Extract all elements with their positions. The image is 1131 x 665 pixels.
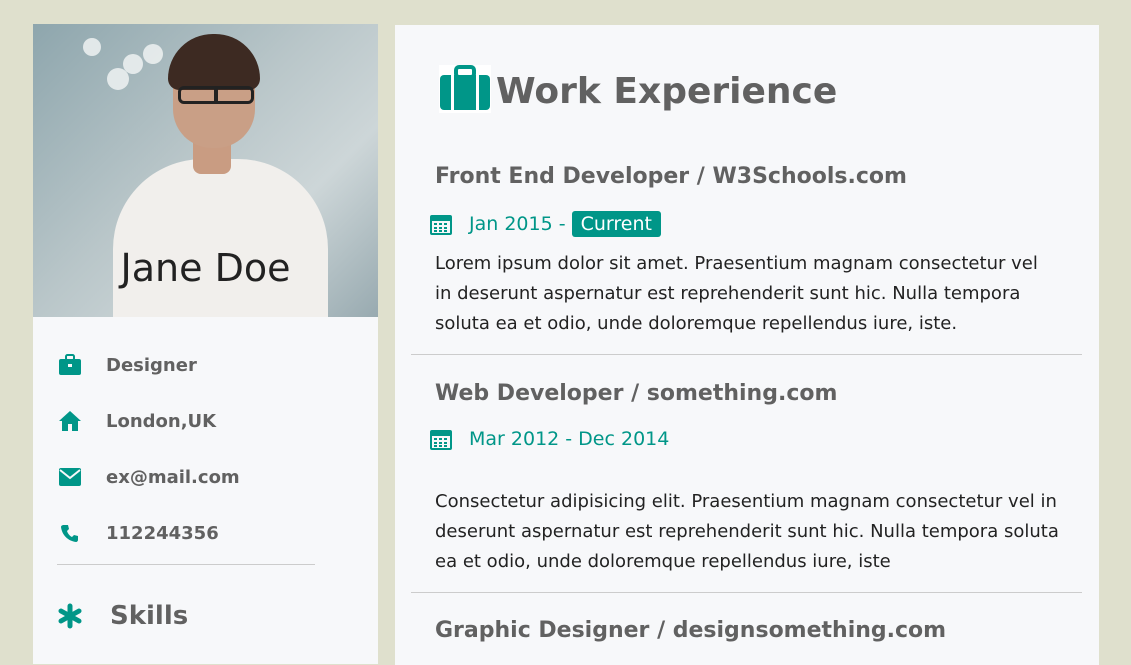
info-email-text: ex@mail.com <box>106 466 240 488</box>
envelope-icon <box>57 467 83 487</box>
info-phone-text: 112244356 <box>106 522 219 544</box>
info-row-job: Designer <box>57 337 354 393</box>
profile-name: Jane Doe <box>120 246 291 290</box>
info-job-text: Designer <box>106 354 197 376</box>
job-description: Consectetur adipisicing elit. Praesentiu… <box>435 491 1059 572</box>
job-date: Jan 2015 - <box>469 213 566 235</box>
job-date-row: Mar 2012 - Dec 2014 <box>430 428 1059 450</box>
job-title: Front End Developer / W3Schools.com <box>435 164 907 189</box>
skills-heading: Skills <box>110 601 189 631</box>
info-location-text: London,UK <box>106 410 217 432</box>
job-date-row: Jan 2015 - Current <box>430 211 1059 237</box>
job-divider <box>411 592 1082 593</box>
calendar-icon <box>430 213 452 235</box>
job-date: Mar 2012 - Dec 2014 <box>469 428 670 450</box>
info-row-location: London,UK <box>57 393 354 449</box>
profile-sidebar: Jane Doe Designer London,UK ex@mail.com … <box>33 24 378 664</box>
suitcase-icon <box>438 65 492 117</box>
skills-heading-row: Skills <box>57 601 354 631</box>
info-row-phone: 112244356 <box>57 505 354 561</box>
job-title: Graphic Designer / designsomething.com <box>435 618 947 643</box>
briefcase-icon <box>57 354 83 376</box>
profile-photo: Jane Doe <box>33 24 378 317</box>
work-experience-panel: Work Experience Front End Developer / W3… <box>395 25 1099 665</box>
job-entry: Web Developer / something.com Mar 2012 -… <box>395 381 1099 577</box>
job-title: Web Developer / something.com <box>435 381 838 406</box>
info-row-email: ex@mail.com <box>57 449 354 505</box>
asterisk-icon <box>57 603 83 629</box>
work-heading-row: Work Experience <box>395 25 1099 117</box>
current-badge: Current <box>571 211 661 237</box>
job-description: Lorem ipsum dolor sit amet. Praesentium … <box>435 253 1038 334</box>
job-entry: Front End Developer / W3Schools.com Jan … <box>395 164 1099 339</box>
job-entry: Graphic Designer / designsomething.com <box>395 618 1099 643</box>
home-icon <box>57 410 83 432</box>
phone-icon <box>57 523 83 543</box>
calendar-icon <box>430 428 452 450</box>
sidebar-divider <box>57 564 315 565</box>
work-heading: Work Experience <box>496 70 838 112</box>
profile-info-list: Designer London,UK ex@mail.com 112244356… <box>33 317 378 631</box>
job-divider <box>411 354 1082 355</box>
